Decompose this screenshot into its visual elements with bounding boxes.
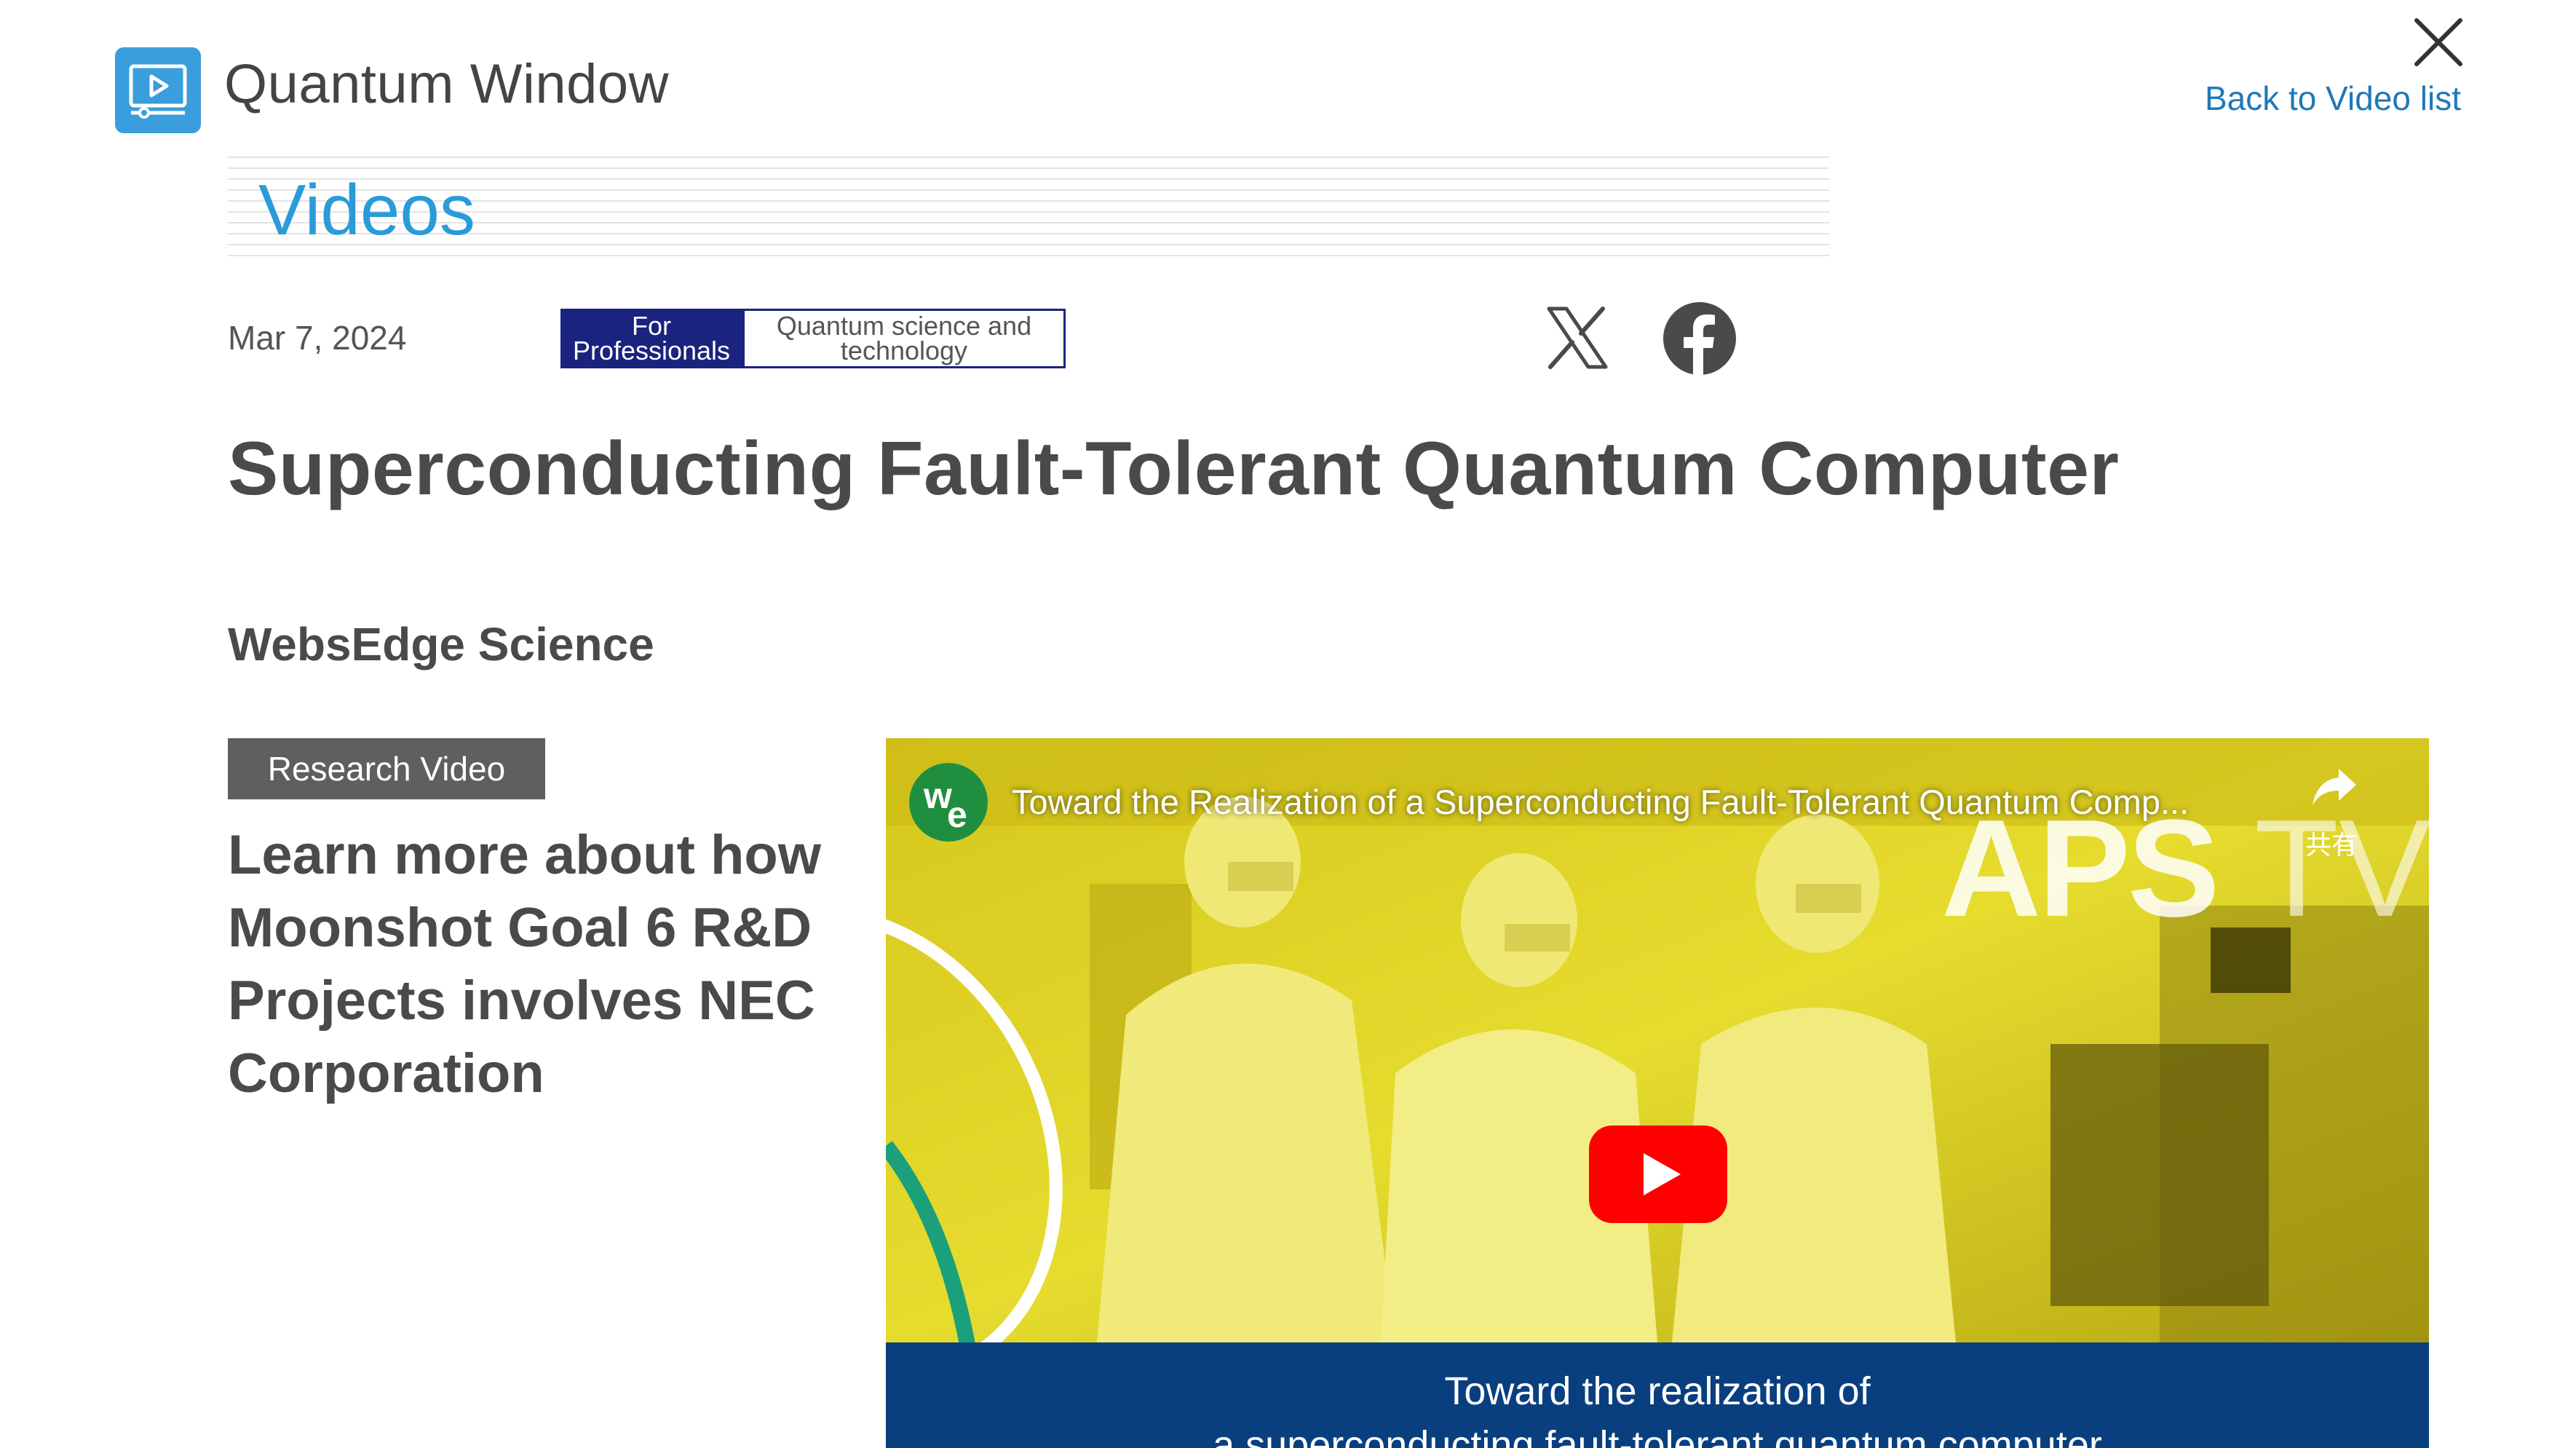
play-button[interactable] [1589,1125,1727,1223]
embedded-video-player[interactable]: w e Toward the Realization of a Supercon… [886,738,2429,1448]
youtube-play-icon [1589,1125,1727,1223]
site-logo[interactable] [115,47,201,133]
svg-text:e: e [947,794,967,835]
channel-logo-icon: w e [909,763,988,842]
back-to-video-list-link[interactable]: Back to Video list [2205,79,2461,118]
tag-for-professionals[interactable]: For Professionals [560,309,742,368]
share-arrow-icon [2313,769,2356,805]
channel-avatar[interactable]: w e [909,763,988,842]
video-share-button[interactable] [2310,760,2361,811]
aps-watermark: APS [1941,791,2220,946]
tv-watermark: TV [2254,791,2429,946]
close-button[interactable] [2409,13,2468,71]
share-facebook-button[interactable] [1662,301,1737,376]
x-logo-icon [1547,306,1608,369]
video-description: Learn more about how Moonshot Goal 6 R&D… [228,824,821,1104]
video-share-label[interactable]: 共有 [2305,824,2358,862]
tag-quantum-science[interactable]: Quantum science and technology [742,309,1066,368]
close-icon [2414,18,2462,66]
category-badge: Research Video [228,738,545,799]
video-caption-line-2: a superconducting fault-tolerant quantum… [1213,1423,2102,1448]
publish-date: Mar 7, 2024 [228,319,407,357]
video-title: Superconducting Fault-Tolerant Quantum C… [228,427,2120,511]
share-x-button[interactable] [1543,304,1610,371]
video-player-icon [129,64,187,119]
facebook-icon [1663,302,1736,376]
section-title: Videos [258,170,475,250]
video-caption-line-1: Toward the realization of [1444,1369,1871,1413]
site-title[interactable]: Quantum Window [224,52,669,116]
video-author: WebsEdge Science [228,618,654,670]
